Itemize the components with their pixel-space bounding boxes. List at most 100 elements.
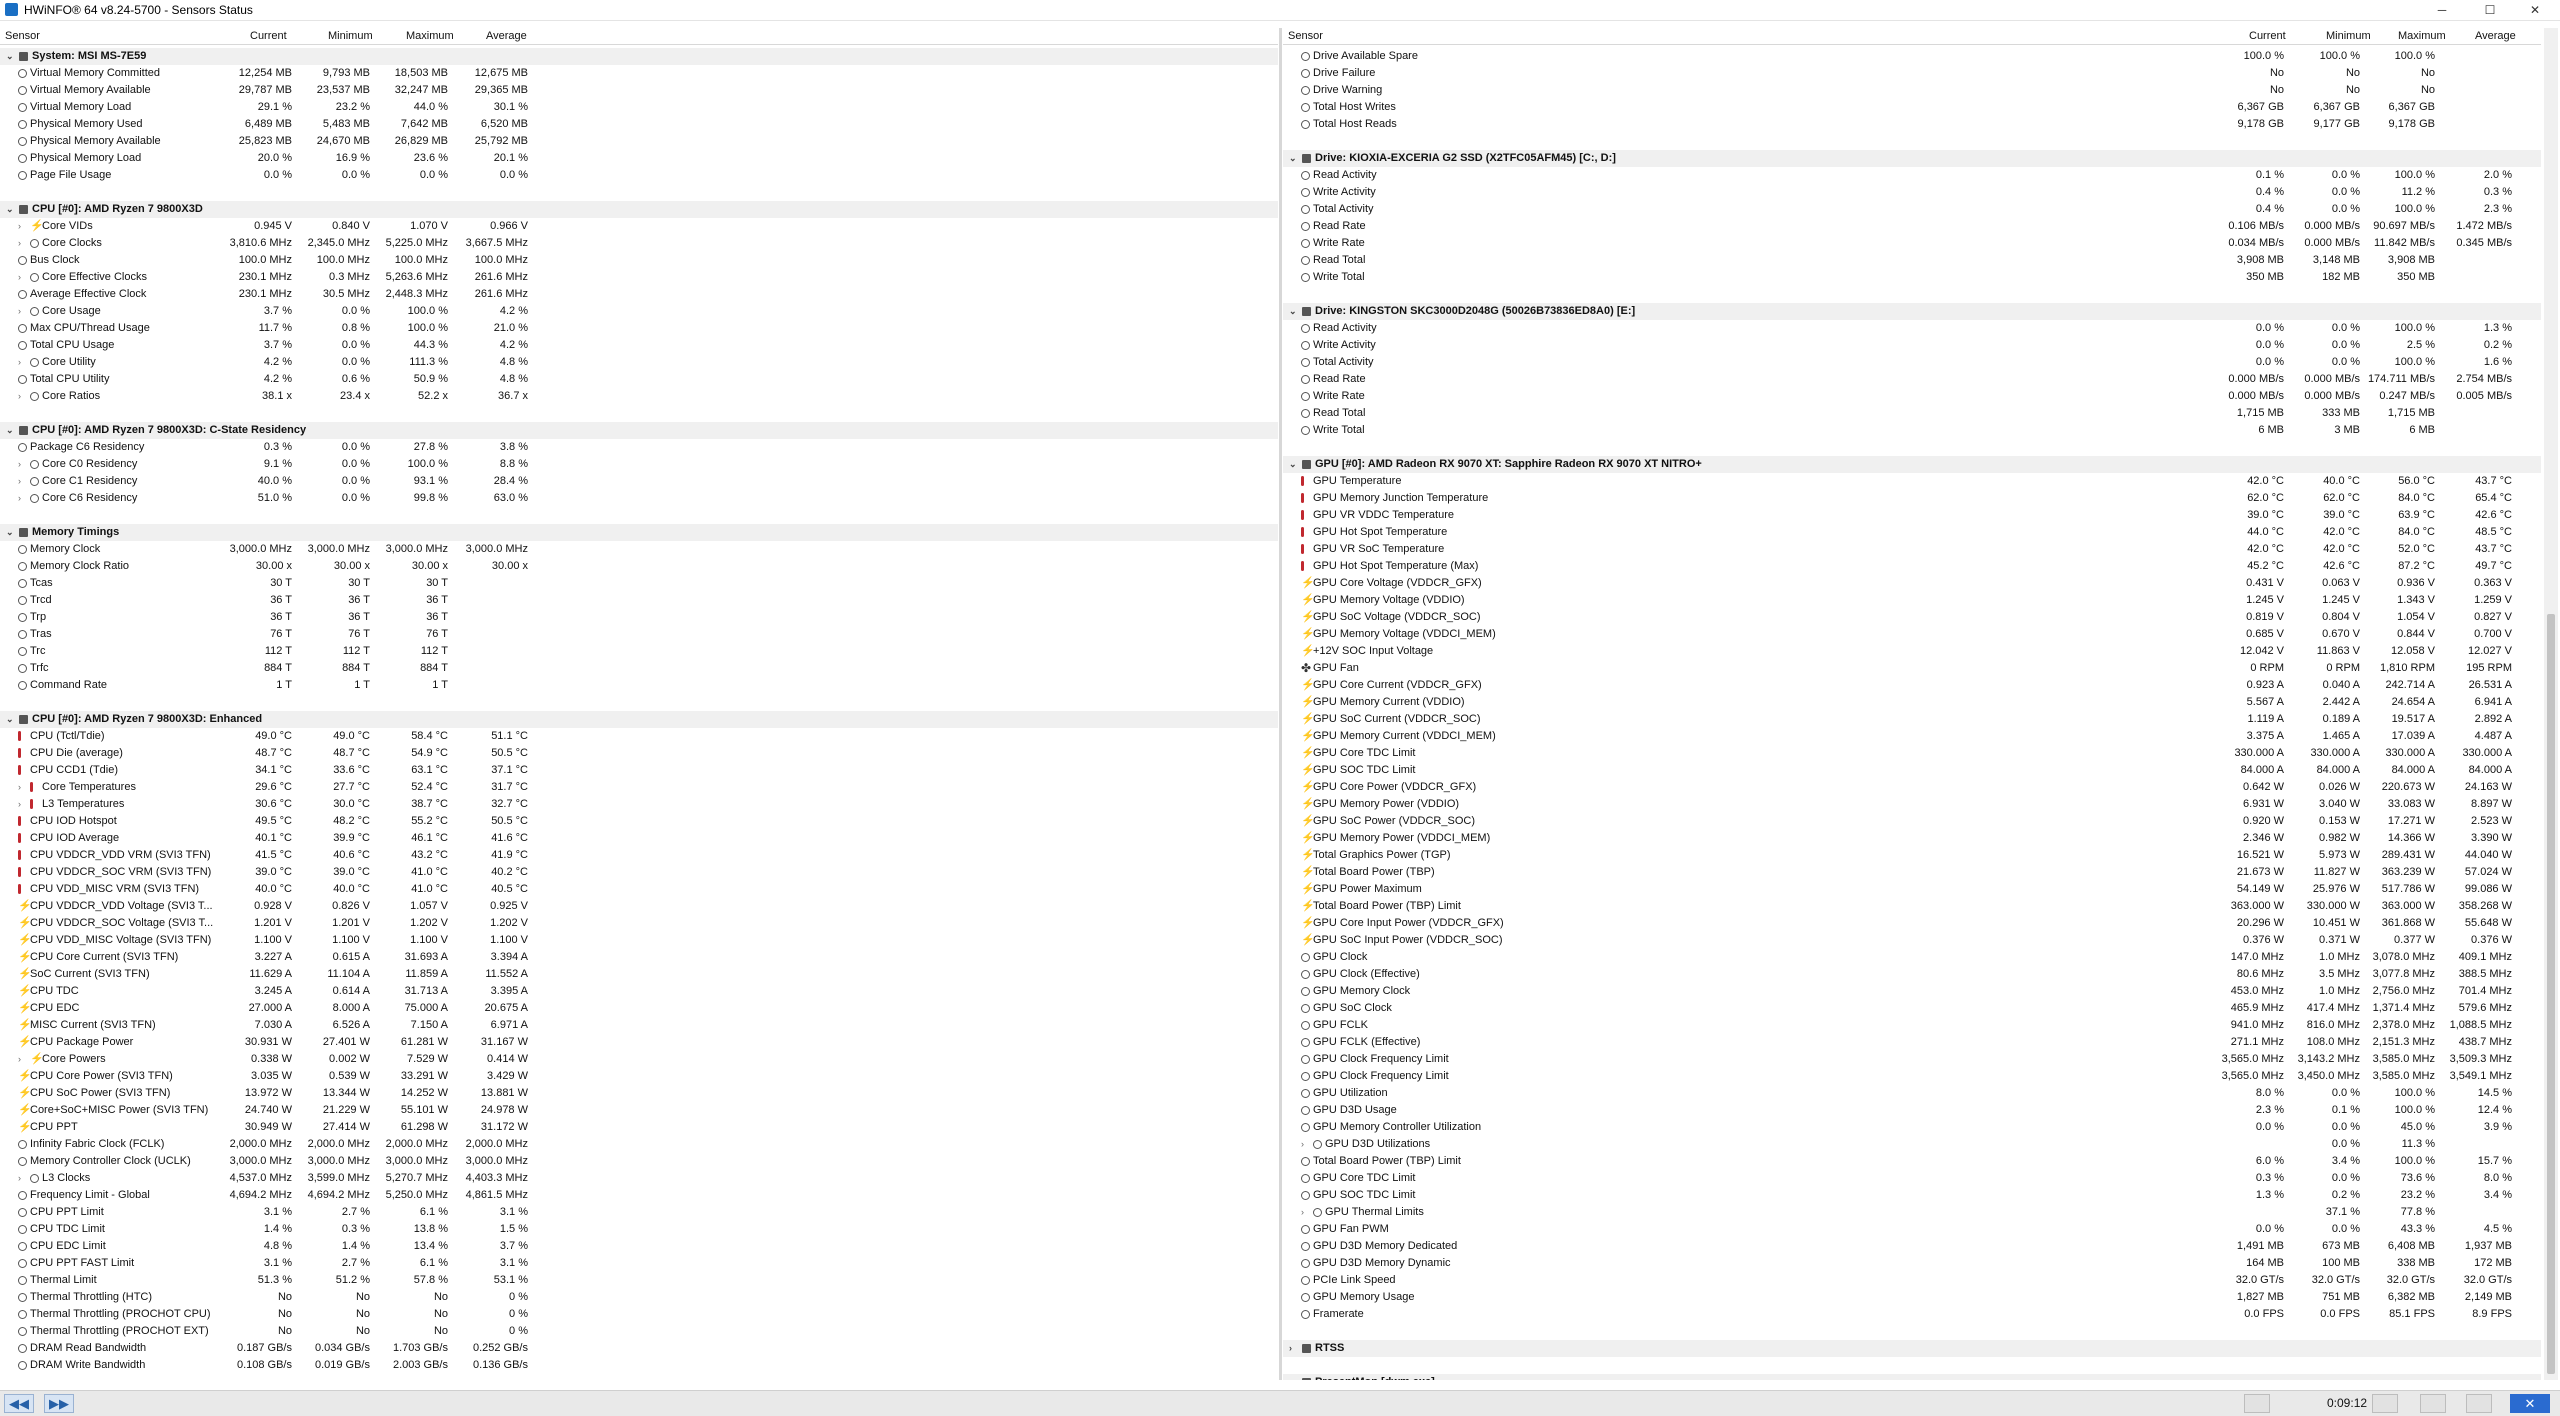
expand-chevron-icon[interactable]: › [18, 218, 21, 235]
sensor-row[interactable]: Max CPU/Thread Usage 11.7 % 0.8 % 100.0 % 21… [0, 320, 1278, 337]
sensor-row[interactable]: › L3 Temperatures 30.6 °C 30.0 °C 38.7 °C 32.… [0, 796, 1278, 813]
collapse-chevron-icon[interactable]: ⌄ [1289, 303, 1297, 320]
sensor-panel-left[interactable]: Sensor Current Minimum Maximum Average ⌄… [0, 28, 1278, 1380]
expand-chevron-icon[interactable]: › [1289, 1374, 1292, 1380]
sensor-row[interactable]: ⚡ Total Graphics Power (TGP) 16.521 W 5.973… [1283, 847, 2541, 864]
expand-chevron-icon[interactable]: › [1289, 1340, 1292, 1357]
sensor-row[interactable]: GPU D3D Usage 2.3 % 0.1 % 100.0 % 12.4 % [1283, 1102, 2541, 1119]
sensor-row[interactable]: GPU Clock Frequency Limit 3,565.0 MHz 3,14… [1283, 1051, 2541, 1068]
sensor-row[interactable]: Thermal Throttling (PROCHOT EXT) No No No 0 … [0, 1323, 1278, 1340]
maximize-button[interactable]: ☐ [2470, 0, 2510, 20]
expand-chevron-icon[interactable]: › [18, 473, 21, 490]
sensor-row[interactable]: ⚡ CPU EDC 27.000 A 8.000 A 75.000 A 20.675 A [0, 1000, 1278, 1017]
sensor-row[interactable]: Total Activity 0.0 % 0.0 % 100.0 % 1.6 % [1283, 354, 2541, 371]
sensor-row[interactable]: GPU Utilization 8.0 % 0.0 % 100.0 % 14.5 % [1283, 1085, 2541, 1102]
sensor-row[interactable]: › Core Clocks 3,810.6 MHz 2,345.0 MHz 5,225.… [0, 235, 1278, 252]
previous-page-button[interactable]: ◀◀ [4, 1394, 34, 1413]
sensor-row[interactable]: Trc 112 T 112 T 112 T [0, 643, 1278, 660]
sensor-row[interactable]: ⚡ SoC Current (SVI3 TFN) 11.629 A 11.104 A 1… [0, 966, 1278, 983]
sensor-row[interactable]: Tras 76 T 76 T 76 T [0, 626, 1278, 643]
sensor-row[interactable]: › Core Ratios 38.1 x 23.4 x 52.2 x 36.7 x [0, 388, 1278, 405]
sensor-row[interactable]: Physical Memory Load 20.0 % 16.9 % 23.6 % 20… [0, 150, 1278, 167]
sensor-row[interactable]: ⚡ Total Board Power (TBP) 21.673 W 11.827 W… [1283, 864, 2541, 881]
sensor-row[interactable]: Command Rate 1 T 1 T 1 T [0, 677, 1278, 694]
sensor-row[interactable]: › Core Usage 3.7 % 0.0 % 100.0 % 4.2 % [0, 303, 1278, 320]
sensor-row[interactable]: GPU Fan PWM 0.0 % 0.0 % 43.3 % 4.5 % [1283, 1221, 2541, 1238]
sensor-row[interactable]: DRAM Write Bandwidth 0.108 GB/s 0.019 GB/s… [0, 1357, 1278, 1374]
sensor-row[interactable]: CPU EDC Limit 4.8 % 1.4 % 13.4 % 3.7 % [0, 1238, 1278, 1255]
sensor-row[interactable]: ⚡ GPU Core Input Power (VDDCR_GFX) 20.296 … [1283, 915, 2541, 932]
sensor-row[interactable]: GPU FCLK (Effective) 271.1 MHz 108.0 MHz 2,… [1283, 1034, 2541, 1051]
sensor-row[interactable]: GPU Clock Frequency Limit 3,565.0 MHz 3,45… [1283, 1068, 2541, 1085]
sensor-row[interactable]: ⚡ Total Board Power (TBP) Limit 363.000 W 3… [1283, 898, 2541, 915]
sensor-row[interactable]: ⚡ GPU SoC Power (VDDCR_SOC) 0.920 W 0.153 W… [1283, 813, 2541, 830]
sensor-row[interactable]: › ⚡ Core VIDs 0.945 V 0.840 V 1.070 V 0.966 V [0, 218, 1278, 235]
sensor-row[interactable]: ⚡ GPU SOC TDC Limit 84.000 A 84.000 A 84.000… [1283, 762, 2541, 779]
sensor-group-header[interactable]: ⌄ CPU [#0]: AMD Ryzen 7 9800X3D [0, 201, 1278, 218]
sensor-row[interactable]: ⚡ GPU Power Maximum 54.149 W 25.976 W 517.78… [1283, 881, 2541, 898]
sensor-row[interactable]: Trcd 36 T 36 T 36 T [0, 592, 1278, 609]
sensor-row[interactable]: ⚡ GPU SoC Voltage (VDDCR_SOC) 0.819 V 0.804… [1283, 609, 2541, 626]
sensor-group-header[interactable]: › RTSS [1283, 1340, 2541, 1357]
sensor-row[interactable]: Total Host Writes 6,367 GB 6,367 GB 6,367 G… [1283, 99, 2541, 116]
sensor-row[interactable]: ⚡ GPU SoC Input Power (VDDCR_SOC) 0.376 W 0… [1283, 932, 2541, 949]
sensor-row[interactable]: Framerate 0.0 FPS 0.0 FPS 85.1 FPS 8.9 FPS [1283, 1306, 2541, 1323]
sensor-row[interactable]: ⚡ CPU Core Power (SVI3 TFN) 3.035 W 0.539 W… [0, 1068, 1278, 1085]
expand-chevron-icon[interactable]: › [18, 1051, 21, 1068]
column-minimum[interactable]: Minimum [328, 30, 373, 42]
sensor-row[interactable]: Virtual Memory Committed 12,254 MB 9,793 M… [0, 65, 1278, 82]
collapse-chevron-icon[interactable]: ⌄ [1289, 456, 1297, 473]
sensor-row[interactable]: GPU VR VDDC Temperature 39.0 °C 39.0 °C 63.… [1283, 507, 2541, 524]
collapse-chevron-icon[interactable]: ⌄ [6, 201, 14, 218]
sensor-row[interactable]: GPU Hot Spot Temperature (Max) 45.2 °C 42.… [1283, 558, 2541, 575]
sensor-group-header[interactable]: ⌄ CPU [#0]: AMD Ryzen 7 9800X3D: C-State … [0, 422, 1278, 439]
sensor-row[interactable]: Total CPU Utility 4.2 % 0.6 % 50.9 % 4.8 % [0, 371, 1278, 388]
sensor-row[interactable]: ✤ GPU Fan 0 RPM 0 RPM 1,810 RPM 195 RPM [1283, 660, 2541, 677]
sensor-row[interactable]: › Core C0 Residency 9.1 % 0.0 % 100.0 % 8.8 % [0, 456, 1278, 473]
sensor-row[interactable]: GPU Clock 147.0 MHz 1.0 MHz 3,078.0 MHz 409.… [1283, 949, 2541, 966]
sensor-row[interactable]: ⚡ CPU Core Current (SVI3 TFN) 3.227 A 0.615… [0, 949, 1278, 966]
sensor-row[interactable]: › Core C1 Residency 40.0 % 0.0 % 93.1 % 28.4 … [0, 473, 1278, 490]
sensor-row[interactable]: ⚡ CPU PPT 30.949 W 27.414 W 61.298 W 31.172 W [0, 1119, 1278, 1136]
sensor-row[interactable]: CPU TDC Limit 1.4 % 0.3 % 13.8 % 1.5 % [0, 1221, 1278, 1238]
sensor-row[interactable]: CPU (Tctl/Tdie) 49.0 °C 49.0 °C 58.4 °C 51.1… [0, 728, 1278, 745]
sensor-row[interactable]: Thermal Throttling (HTC) No No No 0 % [0, 1289, 1278, 1306]
sensor-row[interactable]: ⚡ GPU Memory Power (VDDCI_MEM) 2.346 W 0.98… [1283, 830, 2541, 847]
sensor-row[interactable]: Virtual Memory Load 29.1 % 23.2 % 44.0 % 30.… [0, 99, 1278, 116]
sensor-row[interactable]: ⚡ Core+SoC+MISC Power (SVI3 TFN) 24.740 W 2… [0, 1102, 1278, 1119]
sensor-row[interactable]: ⚡ GPU Memory Power (VDDIO) 6.931 W 3.040 W 3… [1283, 796, 2541, 813]
sensor-row[interactable]: Write Activity 0.4 % 0.0 % 11.2 % 0.3 % [1283, 184, 2541, 201]
sensor-row[interactable]: CPU Die (average) 48.7 °C 48.7 °C 54.9 °C 50… [0, 745, 1278, 762]
sensor-row[interactable]: GPU Memory Junction Temperature 62.0 °C 62… [1283, 490, 2541, 507]
sensor-row[interactable]: CPU IOD Average 40.1 °C 39.9 °C 46.1 °C 41.6… [0, 830, 1278, 847]
expand-chevron-icon[interactable]: › [18, 388, 21, 405]
sensor-row[interactable]: Thermal Throttling (PROCHOT CPU) No No No 0 … [0, 1306, 1278, 1323]
column-current[interactable]: Current [250, 30, 287, 42]
sensor-group-header[interactable]: ⌄ System: MSI MS-7E59 [0, 48, 1278, 65]
sensor-row[interactable]: ⚡ MISC Current (SVI3 TFN) 7.030 A 6.526 A 7.… [0, 1017, 1278, 1034]
sensor-row[interactable]: GPU SOC TDC Limit 1.3 % 0.2 % 23.2 % 3.4 % [1283, 1187, 2541, 1204]
sensor-row[interactable]: Write Rate 0.034 MB/s 0.000 MB/s 11.842 MB/… [1283, 235, 2541, 252]
expand-chevron-icon[interactable]: › [18, 1170, 21, 1187]
sensor-row[interactable]: GPU Memory Usage 1,827 MB 751 MB 6,382 MB 2,… [1283, 1289, 2541, 1306]
sensor-row[interactable]: PCIe Link Speed 32.0 GT/s 32.0 GT/s 32.0 GT… [1283, 1272, 2541, 1289]
expand-chevron-icon[interactable]: › [18, 269, 21, 286]
sensor-row[interactable]: Drive Available Spare 100.0 % 100.0 % 100.0… [1283, 48, 2541, 65]
sensor-row[interactable]: GPU Hot Spot Temperature 44.0 °C 42.0 °C 84… [1283, 524, 2541, 541]
next-page-button[interactable]: ▶▶ [44, 1394, 74, 1413]
sensor-row[interactable]: › ⚡ Core Powers 0.338 W 0.002 W 7.529 W 0.414 … [0, 1051, 1278, 1068]
sensor-row[interactable]: ⚡ GPU Core Power (VDDCR_GFX) 0.642 W 0.026 … [1283, 779, 2541, 796]
sensor-row[interactable]: Write Activity 0.0 % 0.0 % 2.5 % 0.2 % [1283, 337, 2541, 354]
sensor-row[interactable]: Infinity Fabric Clock (FCLK) 2,000.0 MHz 2… [0, 1136, 1278, 1153]
sensor-row[interactable]: › GPU D3D Utilizations 0.0 % 11.3 % [1283, 1136, 2541, 1153]
sensor-row[interactable]: › Core Temperatures 29.6 °C 27.7 °C 52.4 °C 3… [0, 779, 1278, 796]
collapse-chevron-icon[interactable]: ⌄ [6, 711, 14, 728]
expand-chevron-icon[interactable]: › [18, 354, 21, 371]
sensor-row[interactable]: GPU VR SoC Temperature 42.0 °C 42.0 °C 52.0… [1283, 541, 2541, 558]
close-window-button[interactable]: ✕ [2515, 0, 2555, 20]
sensor-row[interactable]: Read Rate 0.000 MB/s 0.000 MB/s 174.711 MB/… [1283, 371, 2541, 388]
sensor-row[interactable]: Average Effective Clock 230.1 MHz 30.5 MHz… [0, 286, 1278, 303]
expand-chevron-icon[interactable]: › [18, 796, 21, 813]
collapse-chevron-icon[interactable]: ⌄ [1289, 150, 1297, 167]
sensor-group-header[interactable]: › PresentMon [dwm.exe] [1283, 1374, 2541, 1380]
